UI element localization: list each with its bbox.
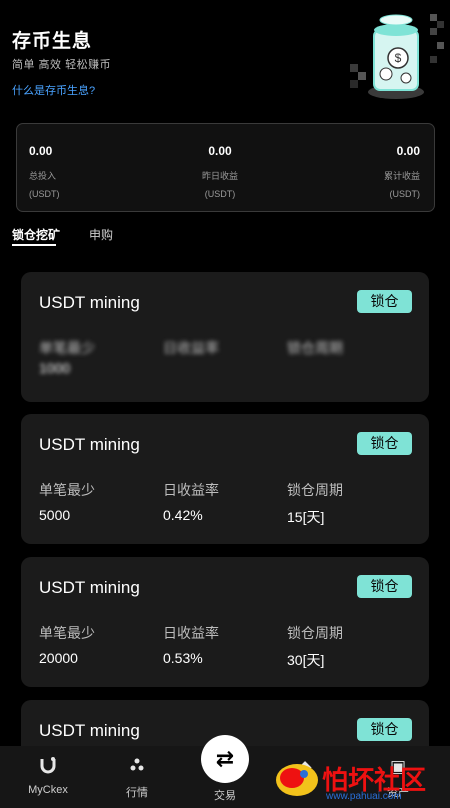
trade-button[interactable]: ⇄ [201,735,249,783]
daily-rate-value: 0.42% [163,507,203,523]
lock-badge[interactable]: 锁仓 [357,575,412,598]
nav-item-market[interactable]: 行情 [102,756,172,800]
product-title: USDT mining [39,435,140,454]
what-is-savings-link[interactable]: 什么是存币生息? [12,82,95,98]
nav-item-myckex[interactable]: MyCkex [13,756,83,796]
svg-text:$: $ [395,51,402,65]
tab-label: 申购 [89,228,114,242]
product-card[interactable]: USDT mining 锁仓 单笔最少 日收益率 锁仓周期 5000 0.42%… [21,414,429,544]
stat-value: 0.00 [396,144,420,158]
product-title: USDT mining [39,578,140,597]
site-watermark: 怕坏社区 www.pahuai.com [274,758,444,804]
page-subtitle: 简单 高效 轻松赚币 [12,59,112,71]
product-title: USDT mining [39,293,140,312]
tab-label: 锁仓挖矿 [12,228,61,242]
daily-rate-label: 日收益率 [163,340,219,356]
lock-badge[interactable]: 锁仓 [357,432,412,455]
stat-label: 累计收益 [383,171,420,181]
stat-unit: (USDT) [29,189,60,199]
product-title: USDT mining [39,721,140,740]
lock-period-label: 锁仓周期 [287,482,343,498]
min-amount-label: 单笔最少 [39,340,95,356]
daily-rate-value: 0.53% [163,650,203,666]
daily-rate-label: 日收益率 [163,625,219,641]
lock-period-label: 锁仓周期 [287,340,343,356]
stat-unit: (USDT) [204,189,236,199]
page-title: 存币生息 [12,31,93,52]
min-amount-label: 单笔最少 [39,482,95,498]
watermark-logo-icon [276,764,318,796]
lock-period-value: 15[天] [287,509,325,525]
page-header: 存币生息 简单 高效 轻松赚币 什么是存币生息? $ [0,0,450,112]
min-amount-value: 1000 [39,360,71,376]
stat-unit: (USDT) [389,189,421,199]
product-card[interactable]: USDT mining 锁仓 单笔最少 日收益率 锁仓周期 1000 [21,272,429,402]
active-tab-indicator [12,244,56,246]
lock-period-label: 锁仓周期 [287,625,343,641]
daily-rate-label: 日收益率 [163,482,219,498]
tab-subscribe[interactable]: 申购 [89,226,113,243]
stat-label: 总投入 [29,171,57,181]
tab-locked-mining[interactable]: 锁仓挖矿 [12,226,61,246]
market-icon [102,756,172,778]
swap-arrows-icon: ⇄ [215,746,235,771]
nav-label: MyCkex [28,784,68,796]
nav-label: 行情 [126,787,148,799]
stat-label: 昨日收益 [202,171,239,181]
lock-badge[interactable]: 锁仓 [357,290,412,313]
total-investment-stat: 0.00 总投入 (USDT) [29,144,60,199]
yesterday-earnings-stat: 0.00 昨日收益 (USDT) [202,144,238,199]
min-amount-value: 20000 [39,650,78,666]
min-amount-value: 5000 [39,507,71,523]
watermark-url: www.pahuai.com [326,791,402,802]
earnings-summary-panel: 0.00 总投入 (USDT) 0.00 昨日收益 (USDT) 0.00 累计… [16,123,435,212]
cumulative-earnings-stat: 0.00 累计收益 (USDT) [384,144,420,199]
product-card[interactable]: USDT mining 锁仓 单笔最少 日收益率 锁仓周期 20000 0.53… [21,557,429,687]
stat-value: 0.00 [29,144,53,158]
lock-badge[interactable]: 锁仓 [357,718,412,741]
trade-label: 交易 [214,790,236,802]
lock-period-value: 30[天] [287,652,325,668]
min-amount-label: 单笔最少 [39,625,95,641]
savings-jar-illustration: $ [350,14,444,99]
stat-value: 0.00 [208,144,232,158]
home-logo-icon [13,756,83,778]
